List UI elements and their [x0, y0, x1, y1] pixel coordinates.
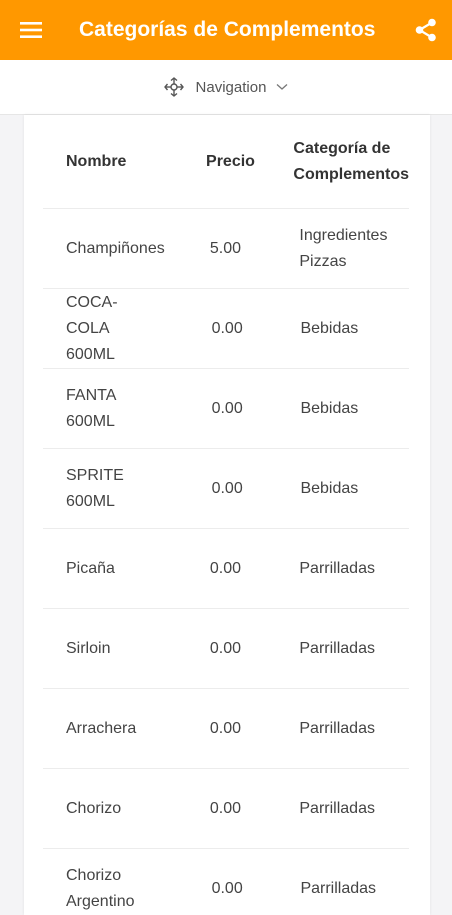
share-button[interactable] — [400, 0, 452, 60]
cell-nombre: Champiñones — [66, 239, 165, 257]
app-bar: Categorías de Complementos — [0, 0, 452, 60]
column-header-precio[interactable]: Precio — [183, 149, 270, 175]
cell-precio: 0.00 — [211, 399, 243, 417]
cell-precio: 5.00 — [209, 239, 241, 257]
table-row[interactable]: COCA-COLA 600ML 0.00 Bebidas — [43, 289, 409, 369]
cell-categoria: Parrilladas — [299, 799, 375, 817]
table-row[interactable]: Chorizo 0.00 Parrilladas — [43, 769, 409, 849]
complements-table: Nombre Precio Categoría de Complementos … — [43, 115, 409, 915]
cell-nombre: Picaña — [66, 559, 115, 577]
page-title: Categorías de Complementos — [79, 18, 376, 41]
cell-nombre: Sirloin — [66, 639, 111, 657]
column-header-categoria-line1: Categoría de — [293, 139, 391, 157]
cell-categoria: Ingredientes Pizzas — [299, 226, 388, 270]
navigation-bar: Navigation — [0, 60, 452, 115]
cell-nombre: SPRITE 600ML — [66, 466, 124, 510]
table-row[interactable]: Picaña 0.00 Parrilladas — [43, 529, 409, 609]
cell-categoria: Parrilladas — [299, 559, 375, 577]
cell-categoria: Bebidas — [300, 399, 359, 417]
menu-button[interactable] — [0, 0, 62, 60]
cell-nombre: COCA-COLA 600ML — [66, 293, 118, 363]
cell-precio: 0.00 — [209, 559, 241, 577]
navigation-label: Navigation — [195, 78, 267, 96]
chevron-down-icon — [277, 84, 288, 90]
cell-nombre: Chorizo Argentino — [66, 866, 135, 910]
column-header-categoria-line2: Complementos — [293, 165, 409, 183]
navigation-dropdown[interactable]: Navigation — [163, 77, 289, 97]
table-row[interactable]: SPRITE 600ML 0.00 Bebidas — [43, 449, 409, 529]
share-icon — [415, 18, 436, 42]
cell-nombre: Arrachera — [66, 719, 137, 737]
cell-precio: 0.00 — [211, 879, 243, 897]
cell-categoria: Parrilladas — [299, 719, 375, 737]
cell-categoria: Bebidas — [300, 479, 359, 497]
cell-precio: 0.00 — [209, 719, 241, 737]
cell-precio: 0.00 — [211, 479, 243, 497]
column-header-categoria[interactable]: Categoría de Complementos — [270, 136, 409, 188]
cell-categoria: Bebidas — [300, 319, 359, 337]
table-row[interactable]: Chorizo Argentino 0.00 Parrilladas — [43, 849, 409, 915]
cell-precio: 0.00 — [209, 799, 241, 817]
table-row[interactable]: FANTA 600ML 0.00 Bebidas — [43, 369, 409, 449]
cell-precio: 0.00 — [209, 639, 241, 657]
table-card: Nombre Precio Categoría de Complementos … — [24, 115, 430, 915]
table-row[interactable]: Sirloin 0.00 Parrilladas — [43, 609, 409, 689]
cell-nombre: Chorizo — [66, 799, 122, 817]
column-header-nombre[interactable]: Nombre — [43, 149, 183, 175]
table-header-row: Nombre Precio Categoría de Complementos — [43, 115, 409, 209]
cell-categoria: Parrilladas — [299, 639, 375, 657]
cell-categoria: Parrilladas — [300, 879, 377, 897]
table-row[interactable]: Champiñones 5.00 Ingredientes Pizzas — [43, 209, 409, 289]
hamburger-menu-icon — [20, 22, 42, 38]
table-row[interactable]: Arrachera 0.00 Parrilladas — [43, 689, 409, 769]
cell-nombre: FANTA 600ML — [66, 386, 116, 430]
cell-precio: 0.00 — [211, 319, 243, 337]
navigation-compass-icon — [163, 77, 184, 97]
